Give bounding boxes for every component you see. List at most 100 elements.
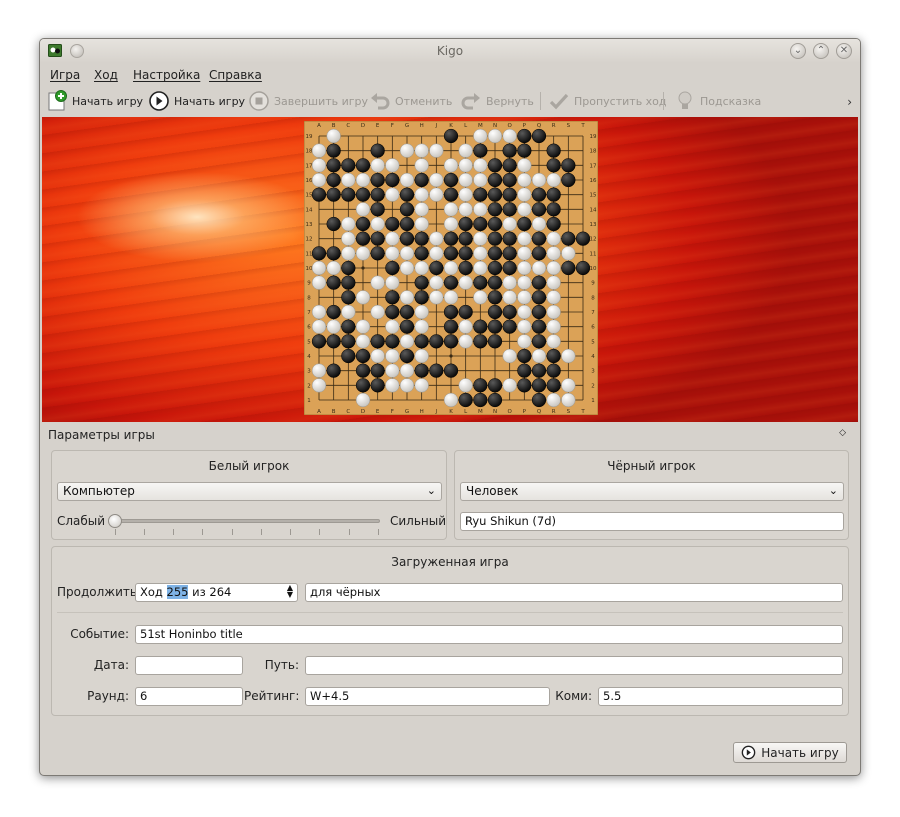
column-label: K <box>449 123 453 129</box>
row-label: 1 <box>591 398 595 404</box>
black-stone <box>326 334 341 349</box>
maximize-button[interactable]: ⌃ <box>813 43 829 59</box>
black-stone <box>502 304 517 320</box>
row-label: 10 <box>590 266 597 272</box>
round-field[interactable]: 6 <box>135 687 243 706</box>
close-button[interactable]: ✕ <box>836 43 852 59</box>
black-stone <box>443 363 459 378</box>
rating-field[interactable]: W+4.5 <box>305 687 550 706</box>
black-stone <box>487 216 503 232</box>
move-prefix: Ход <box>140 585 163 599</box>
white-stone <box>473 246 488 261</box>
board-view: A A B B C C D D E E F F G G H H J J K K L L M M N N O O P P Q Q R R S S T T 19… <box>42 117 858 422</box>
white-stone <box>458 275 473 290</box>
black-player-title: Чёрный игрок <box>607 459 696 473</box>
column-label: O <box>507 409 512 415</box>
white-stone <box>546 260 561 276</box>
black-stone <box>326 216 341 232</box>
black-player-type-select[interactable]: Человек ⌄ <box>460 482 844 501</box>
title-bar: Kigo ⌄ ⌃ ✕ <box>40 39 860 63</box>
path-field[interactable] <box>305 656 843 675</box>
black-player-name-input[interactable]: Ryu Shikun (7d) <box>460 512 844 531</box>
menu-help[interactable]: Справка <box>209 68 262 82</box>
black-stone <box>370 231 385 246</box>
row-label: 16 <box>306 178 313 184</box>
start-game-footer-button[interactable]: Начать игру <box>733 742 847 763</box>
row-label: 5 <box>591 339 595 345</box>
move-spinbox[interactable]: Ход 255 из 264 ▲ ▼ <box>135 583 298 602</box>
column-label: O <box>507 123 512 129</box>
white-stone <box>546 290 561 305</box>
row-label: 5 <box>307 339 311 345</box>
strength-slider-handle[interactable] <box>108 514 122 528</box>
main-window: Kigo ⌄ ⌃ ✕ Игра Ход Настройка Справка На… <box>39 38 861 776</box>
black-stone <box>414 363 429 378</box>
black-stone <box>385 260 400 276</box>
undo-icon <box>371 93 390 110</box>
menu-bar: Игра Ход Настройка Справка <box>40 63 860 87</box>
black-stone <box>531 275 547 290</box>
column-label: J <box>435 409 438 415</box>
redo-button[interactable]: Вернуть <box>460 90 534 112</box>
go-board[interactable]: AABBCCDDEEFFGGHHJJKKLLMMNNOOPPQQRRSSTT19… <box>304 121 598 415</box>
black-stone <box>531 246 547 261</box>
toolbar-separator <box>663 92 664 110</box>
black-stone <box>473 378 488 393</box>
black-stone <box>370 143 385 158</box>
white-stone <box>429 187 444 202</box>
row-label: 18 <box>590 149 597 155</box>
komi-field[interactable]: 5.5 <box>598 687 843 706</box>
white-stone <box>443 216 459 232</box>
white-stone <box>517 202 532 217</box>
white-stone <box>502 378 517 393</box>
start-game-button[interactable]: Начать игру <box>148 90 245 112</box>
side-to-move-field[interactable]: для чёрных <box>305 583 843 602</box>
new-game-button[interactable]: Начать игру <box>46 90 143 112</box>
black-stone <box>326 275 341 290</box>
white-stone <box>355 172 371 188</box>
menu-game[interactable]: Игра <box>50 68 80 82</box>
white-player-type-select[interactable]: Компьютер ⌄ <box>57 482 442 501</box>
black-stone <box>385 172 400 188</box>
event-field[interactable]: 51st Honinbo title <box>135 625 843 644</box>
spin-arrows-icon[interactable]: ▲ ▼ <box>287 584 293 599</box>
undo-button[interactable]: Отменить <box>369 90 452 112</box>
black-stone <box>531 187 547 202</box>
white-stone <box>473 260 488 276</box>
column-label: A <box>317 409 321 415</box>
minimize-button[interactable]: ⌄ <box>790 43 806 59</box>
white-stone <box>458 172 473 188</box>
row-label: 3 <box>307 369 311 375</box>
black-stone <box>443 319 459 334</box>
slider-tick <box>202 529 203 535</box>
white-stone <box>355 246 371 261</box>
row-label: 8 <box>591 295 595 301</box>
params-header: Параметры игры <box>48 428 155 442</box>
white-stone <box>311 319 327 334</box>
play-icon <box>741 745 756 760</box>
column-label: T <box>580 409 585 415</box>
strong-label: Сильный <box>390 514 447 528</box>
pass-button[interactable]: Пропустить ход <box>548 90 667 112</box>
strength-slider-track[interactable] <box>114 519 380 523</box>
menu-settings[interactable]: Настройка <box>133 68 200 82</box>
black-stone <box>385 216 400 232</box>
black-stone <box>561 260 576 276</box>
white-stone <box>517 172 532 188</box>
menu-move[interactable]: Ход <box>94 68 118 82</box>
white-stone <box>502 216 517 232</box>
black-stone <box>517 363 532 378</box>
black-stone <box>575 231 591 246</box>
date-field[interactable] <box>135 656 243 675</box>
params-collapse-icon[interactable]: ◇ <box>839 428 846 438</box>
toolbar-overflow-button[interactable]: › <box>847 95 852 109</box>
white-stone <box>311 158 327 173</box>
column-label: S <box>567 123 571 129</box>
white-stone <box>546 392 561 408</box>
row-label: 1 <box>307 398 311 404</box>
hint-button[interactable]: Подсказка <box>674 90 761 112</box>
column-label: H <box>420 123 424 129</box>
black-stone <box>546 378 561 393</box>
finish-game-button[interactable]: Завершить игру <box>248 90 368 112</box>
black-stone <box>399 231 415 246</box>
